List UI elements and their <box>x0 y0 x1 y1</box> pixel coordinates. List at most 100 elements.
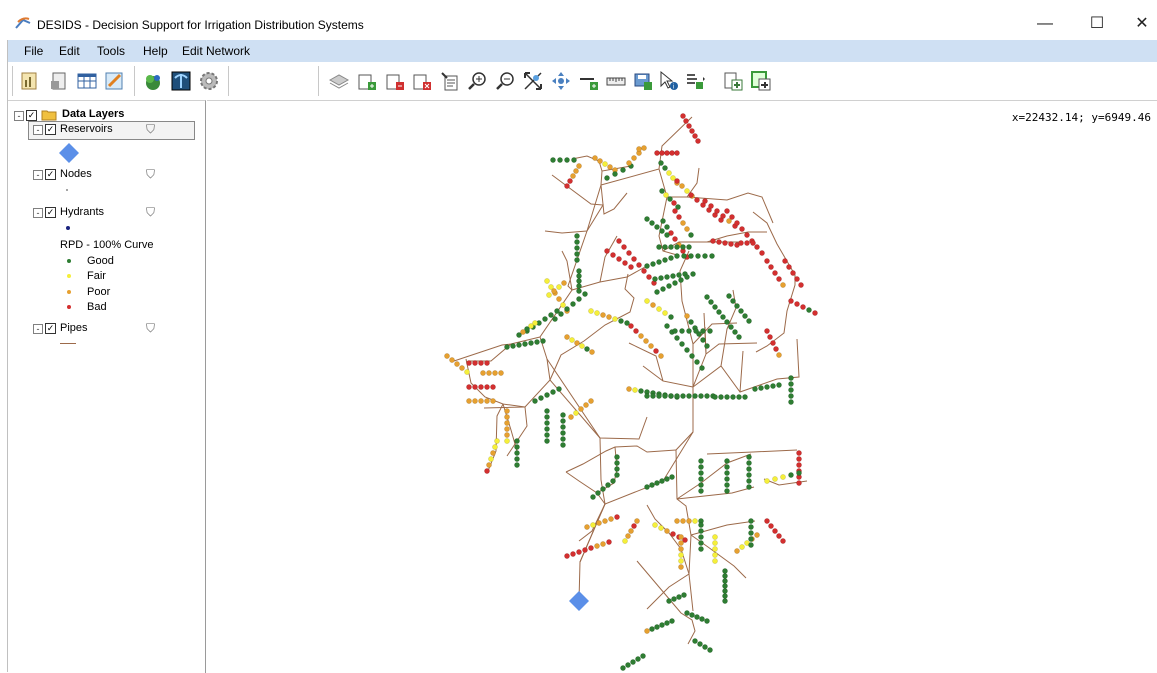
hydrant-marker[interactable] <box>738 240 744 246</box>
hydrant-marker[interactable] <box>546 292 552 298</box>
hydrant-marker[interactable] <box>544 426 550 432</box>
hydrant-marker[interactable] <box>646 274 652 280</box>
hydrant-marker[interactable] <box>698 482 704 488</box>
hydrant-marker[interactable] <box>584 346 590 352</box>
hydrant-marker[interactable] <box>698 458 704 464</box>
hydrant-marker[interactable] <box>658 353 664 359</box>
hydrant-marker[interactable] <box>668 244 674 250</box>
hydrant-marker[interactable] <box>772 528 778 534</box>
hydrant-marker[interactable] <box>658 525 664 531</box>
hydrant-marker[interactable] <box>588 545 594 551</box>
hydrant-marker[interactable] <box>552 316 558 322</box>
tag-icon[interactable]: ⛉ <box>146 321 155 336</box>
hydrant-marker[interactable] <box>772 476 778 482</box>
hydrant-marker[interactable] <box>669 150 675 156</box>
hydrant-marker[interactable] <box>776 276 782 282</box>
hydrant-marker[interactable] <box>504 344 510 350</box>
hydrant-marker[interactable] <box>744 232 750 238</box>
report-icon[interactable] <box>48 70 70 92</box>
hydrant-marker[interactable] <box>649 220 655 226</box>
hydrant-marker[interactable] <box>567 178 573 184</box>
hydrant-marker[interactable] <box>728 241 734 247</box>
hydrant-marker[interactable] <box>712 540 718 546</box>
reservoir-marker[interactable] <box>569 591 589 611</box>
hydrant-marker[interactable] <box>790 270 796 276</box>
hydrant-marker[interactable] <box>544 414 550 420</box>
hydrant-marker[interactable] <box>576 288 582 294</box>
hydrant-marker[interactable] <box>664 150 670 156</box>
hydrant-marker[interactable] <box>679 341 685 347</box>
tree-collapse-hydrants[interactable]: - <box>33 208 43 218</box>
hydrant-marker[interactable] <box>722 598 728 604</box>
hydrant-marker[interactable] <box>641 268 647 274</box>
hydrant-marker[interactable] <box>656 306 662 312</box>
hydrant-marker[interactable] <box>538 395 544 401</box>
hydrant-marker[interactable] <box>738 308 744 314</box>
hydrant-marker[interactable] <box>628 528 634 534</box>
hydrant-marker[interactable] <box>742 313 748 319</box>
hydrant-marker[interactable] <box>674 244 680 250</box>
hydrant-marker[interactable] <box>680 244 686 250</box>
hydrant-marker[interactable] <box>764 478 770 484</box>
hydrant-marker[interactable] <box>551 288 557 294</box>
list-icon[interactable] <box>684 70 706 92</box>
hydrant-marker[interactable] <box>644 298 650 304</box>
hydrant-marker[interactable] <box>658 160 664 166</box>
hydrant-marker[interactable] <box>616 238 622 244</box>
table-icon[interactable] <box>76 70 98 92</box>
hydrant-marker[interactable] <box>662 165 668 171</box>
hydrant-marker[interactable] <box>626 386 632 392</box>
hydrant-marker[interactable] <box>576 549 582 555</box>
hydrant-marker[interactable] <box>504 426 510 432</box>
hydrant-marker[interactable] <box>650 261 656 267</box>
hydrant-marker[interactable] <box>672 208 678 214</box>
hydrant-marker[interactable] <box>678 540 684 546</box>
hydrant-marker[interactable] <box>746 466 752 472</box>
hydrant-marker[interactable] <box>704 618 710 624</box>
hydrant-marker[interactable] <box>644 484 650 490</box>
hydrant-marker[interactable] <box>692 133 698 139</box>
hydrant-marker[interactable] <box>570 551 576 557</box>
hydrant-marker[interactable] <box>692 638 698 644</box>
hydrant-marker[interactable] <box>788 298 794 304</box>
hydrant-marker[interactable] <box>702 253 708 259</box>
hydrant-marker[interactable] <box>663 192 669 198</box>
hydrant-marker[interactable] <box>564 553 570 559</box>
hydrant-marker[interactable] <box>671 200 677 206</box>
hydrant-marker[interactable] <box>782 258 788 264</box>
hydrant-marker[interactable] <box>796 462 802 468</box>
hydrant-marker[interactable] <box>764 518 770 524</box>
hydrant-marker[interactable] <box>722 583 728 589</box>
hydrant-marker[interactable] <box>570 173 576 179</box>
hydrant-marker[interactable] <box>786 264 792 270</box>
hydrant-marker[interactable] <box>686 393 692 399</box>
hydrant-marker[interactable] <box>658 275 664 281</box>
hydrant-marker[interactable] <box>631 155 637 161</box>
hydrant-marker[interactable] <box>664 476 670 482</box>
hydrant-marker[interactable] <box>659 188 665 194</box>
hydrant-marker[interactable] <box>712 304 718 310</box>
hydrant-marker[interactable] <box>796 480 802 486</box>
hydrant-marker[interactable] <box>668 255 674 261</box>
plant-icon[interactable] <box>142 70 164 92</box>
hydrant-marker[interactable] <box>628 264 634 270</box>
hydrant-marker[interactable] <box>672 236 678 242</box>
hydrant-marker[interactable] <box>490 384 496 390</box>
hydrant-marker[interactable] <box>695 253 701 259</box>
hydrant-marker[interactable] <box>644 393 650 399</box>
hydrant-marker[interactable] <box>692 393 698 399</box>
hydrant-marker[interactable] <box>770 340 776 346</box>
hydrant-marker[interactable] <box>748 542 754 548</box>
hydrant-marker[interactable] <box>678 558 684 564</box>
hydrant-marker[interactable] <box>607 164 613 170</box>
hydrant-marker[interactable] <box>576 296 582 302</box>
hydrant-marker[interactable] <box>716 309 722 315</box>
hydrant-marker[interactable] <box>670 273 676 279</box>
hydrant-marker[interactable] <box>574 239 580 245</box>
hydrant-marker[interactable] <box>684 188 690 194</box>
hydrant-marker[interactable] <box>573 410 579 416</box>
hydrant-marker[interactable] <box>633 328 639 334</box>
hydrant-marker[interactable] <box>534 339 540 345</box>
hydrant-marker[interactable] <box>788 472 794 478</box>
hydrant-marker[interactable] <box>606 539 612 545</box>
